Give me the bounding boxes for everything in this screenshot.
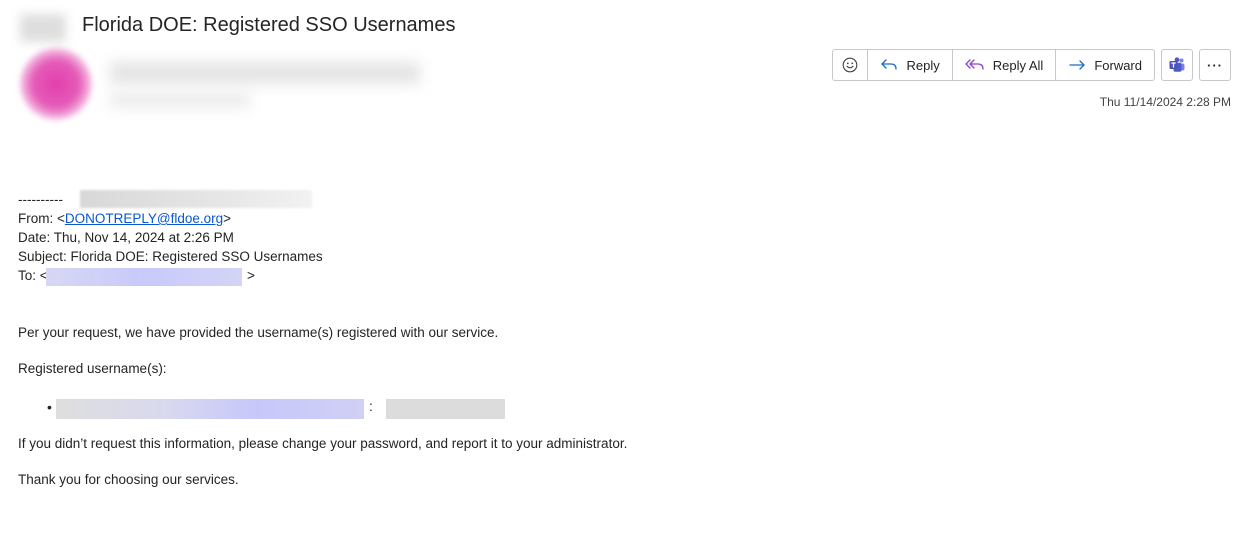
- reply-all-label: Reply All: [992, 57, 1044, 73]
- more-icon: ···: [1207, 57, 1223, 73]
- warning-paragraph: If you didn’t request this information, …: [18, 436, 628, 451]
- forward-dashes: ----------: [18, 192, 63, 207]
- email-subject: Florida DOE: Registered SSO Usernames: [82, 14, 456, 36]
- reply-all-arrow-icon: [965, 58, 985, 72]
- from-prefix: From: <: [18, 211, 65, 226]
- redacted-sender-name: [110, 62, 420, 84]
- intro-paragraph: Per your request, we have provided the u…: [18, 325, 499, 340]
- message-toolbar: Reply Reply All Forward ···: [832, 49, 1231, 81]
- forward-label: Forward: [1094, 57, 1142, 73]
- forwarded-subject-line: Subject: Florida DOE: Registered SSO Use…: [18, 249, 323, 264]
- forwarded-header-divider: ----------: [18, 190, 1118, 209]
- forward-arrow-icon: [1068, 58, 1086, 72]
- reply-label: Reply: [906, 57, 940, 73]
- redacted-icon-area: [20, 14, 66, 42]
- redacted-username-detail: [386, 399, 505, 419]
- redacted-sender-detail: [110, 92, 250, 108]
- forward-button[interactable]: Forward: [1056, 50, 1154, 80]
- username-separator: :: [369, 399, 373, 414]
- smiley-icon: [842, 57, 858, 73]
- redacted-username: [56, 399, 364, 419]
- from-suffix: >: [223, 211, 232, 226]
- usernames-heading: Registered username(s):: [18, 361, 167, 376]
- from-email-link[interactable]: DONOTREPLY@fldoe.org: [65, 211, 223, 226]
- received-timestamp: Thu 11/14/2024 2:28 PM: [1099, 95, 1231, 109]
- to-suffix: >: [247, 268, 255, 283]
- reply-arrow-icon: [880, 58, 898, 72]
- teams-share-button[interactable]: [1161, 49, 1193, 81]
- teams-icon: [1168, 56, 1186, 74]
- emoji-reaction-button[interactable]: [833, 50, 869, 80]
- username-list-item: • :: [18, 395, 1118, 419]
- closing-paragraph: Thank you for choosing our services.: [18, 472, 239, 487]
- message-body: ---------- From: <DONOTREPLY@fldoe.org> …: [18, 190, 1118, 489]
- action-button-group: Reply Reply All Forward: [832, 49, 1155, 81]
- forwarded-date-line: Date: Thu, Nov 14, 2024 at 2:26 PM: [18, 230, 234, 245]
- forwarded-to-line: To: < >: [18, 266, 1118, 286]
- redacted-forwarded-label: [80, 190, 312, 208]
- redacted-recipient: [46, 268, 242, 286]
- forwarded-from-line: From: <DONOTREPLY@fldoe.org>: [18, 209, 1118, 228]
- reply-all-button[interactable]: Reply All: [953, 50, 1057, 80]
- more-actions-button[interactable]: ···: [1199, 49, 1231, 81]
- to-prefix: To: <: [18, 268, 48, 283]
- bullet-marker: •: [47, 399, 52, 415]
- reply-button[interactable]: Reply: [868, 50, 953, 80]
- sender-avatar: [20, 48, 92, 120]
